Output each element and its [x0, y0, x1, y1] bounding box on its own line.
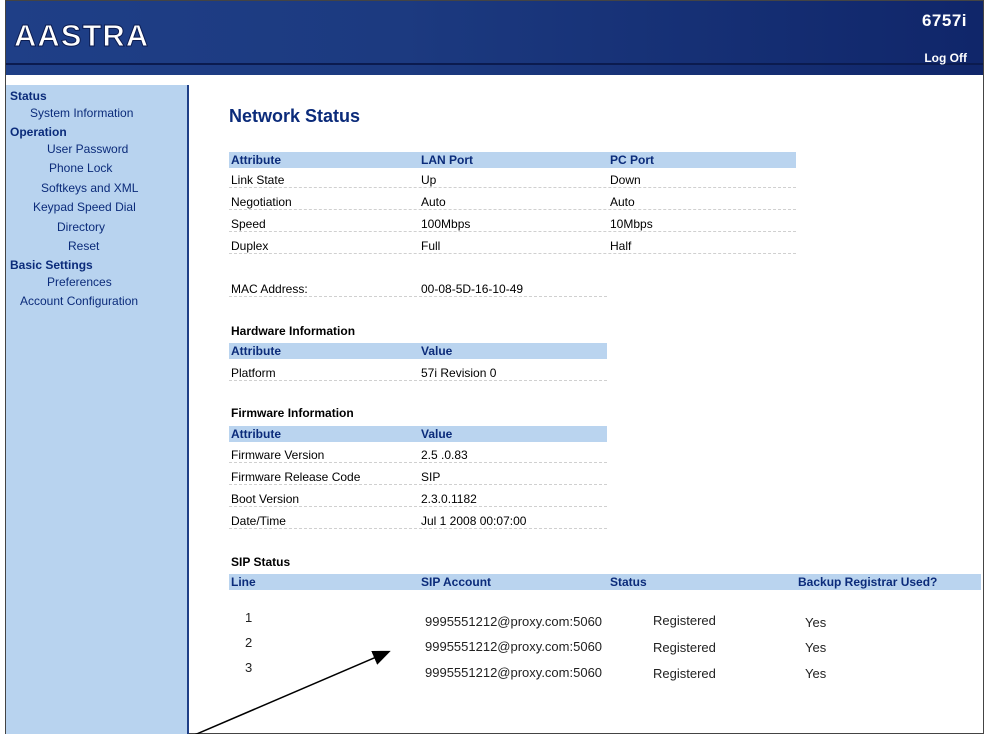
annotation-arrow [194, 650, 391, 734]
arrow-line [194, 650, 391, 734]
